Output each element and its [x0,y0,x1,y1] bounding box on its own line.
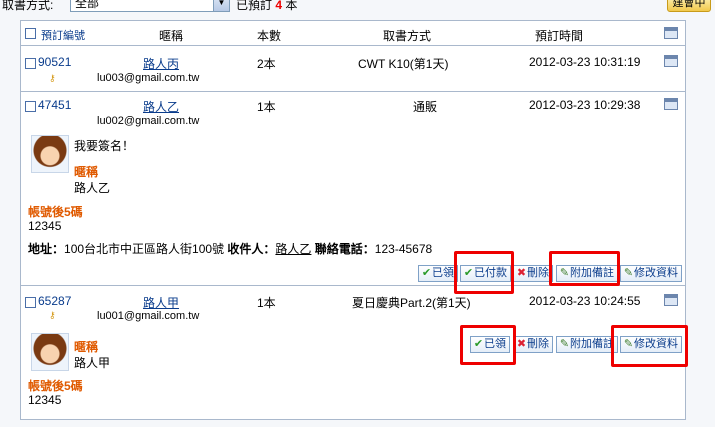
pickup-method: 夏日慶典Part.2(第1天) [352,296,471,310]
account-label: 帳號後5碼 [28,205,83,219]
reservation-table: 預訂編號 暱稱 本數 取書方式 預訂時間 90521 路人丙 2本 CWT K1… [20,20,686,420]
column-id[interactable]: 預訂編號 [41,27,85,43]
pencil-icon: ✎ [623,267,634,279]
table-row: 65287 路人甲 1本 夏日慶典Part.2(第1天) 2012-03-23 … [21,287,685,427]
column-nickname: 暱稱 [159,29,184,43]
mark-collected-button[interactable]: ✔已領 [418,265,458,282]
pencil-icon: ✎ [559,338,570,350]
row-checkbox[interactable] [25,99,36,113]
calendar-icon[interactable] [664,98,678,110]
email: lu003@gmail.com.tw [97,72,200,84]
quantity: 2本 [257,57,276,71]
order-id[interactable]: 47451 [38,98,71,112]
phone: 123-45678 [374,242,433,256]
calendar-icon[interactable] [664,55,678,67]
select-all-checkbox[interactable] [25,26,36,40]
edit-info-button[interactable]: ✎修改資料 [620,265,682,282]
address: 100台北市中正區路人街100號 [64,242,225,256]
row-checkbox[interactable] [25,56,36,70]
email: lu001@gmail.com.tw [97,310,200,322]
close-icon: ✖ [516,338,527,350]
add-note-button[interactable]: ✎附加備註 [556,336,618,353]
nickname-link[interactable]: 路人甲 [143,294,179,311]
nickname-label: 暱稱 [74,340,99,354]
avatar [31,135,69,173]
key-icon: ⚷ [49,73,56,83]
reserved-summary: 已預訂 4 本 [236,0,298,12]
row-checkbox[interactable] [25,295,36,309]
reserved-count: 4 [275,0,283,12]
recipient[interactable]: 路人乙 [275,242,311,256]
shipping-info: 地址：100台北市中正區路人街100號 收件人：路人乙 聯絡電話：123-456… [28,242,433,256]
pickup-method: CWT K10(第1天) [358,57,449,71]
key-icon: ⚷ [49,310,56,320]
avatar [31,333,69,371]
nickname-link[interactable]: 路人乙 [143,98,179,115]
filter-bar: 取書方式: 全部 ▼ 已預訂 4 本 建會中 [0,0,715,16]
nickname-link[interactable]: 路人丙 [143,55,179,72]
pickup-method-select[interactable]: 全部 ▼ [70,0,230,12]
calendar-icon[interactable] [664,27,678,39]
highlight-box [549,251,620,286]
highlight-box [611,325,688,367]
column-qty: 本數 [257,29,282,43]
column-time: 預訂時間 [535,29,584,43]
pickup-method-value: 全部 [75,0,100,10]
account-label: 帳號後5碼 [28,379,83,393]
filter-label: 取書方式: [2,0,54,12]
reserve-time: 2012-03-23 10:24:55 [529,294,641,308]
highlight-box [454,251,514,294]
calendar-icon[interactable] [664,294,678,306]
pickup-method: 通販 [413,100,438,114]
account-value: 12345 [28,219,62,233]
order-id[interactable]: 90521 [38,55,71,69]
table-row: 90521 路人丙 2本 CWT K10(第1天) 2012-03-23 10:… [21,47,685,92]
order-id[interactable]: 65287 [38,294,71,308]
create-button[interactable]: 建會中 [667,0,711,12]
close-icon: ✖ [516,267,527,279]
message: 我要簽名！ [74,139,135,153]
quantity: 1本 [257,296,276,310]
nickname-label: 暱稱 [74,165,99,179]
reserve-time: 2012-03-23 10:31:19 [529,55,641,69]
delete-button[interactable]: ✖刪除 [513,265,553,282]
chevron-down-icon[interactable]: ▼ [213,0,229,11]
column-method: 取書方式 [383,29,432,43]
email: lu002@gmail.com.tw [97,115,200,127]
delete-button[interactable]: ✖刪除 [513,336,553,353]
account-value: 12345 [28,393,62,407]
nickname-value: 路人甲 [74,356,111,370]
highlight-box [460,325,516,365]
quantity: 1本 [257,100,276,114]
nickname-value: 路人乙 [74,181,111,195]
reserve-time: 2012-03-23 10:29:38 [529,98,641,112]
table-header: 預訂編號 暱稱 本數 取書方式 預訂時間 [21,21,685,46]
check-icon: ✔ [421,267,432,279]
